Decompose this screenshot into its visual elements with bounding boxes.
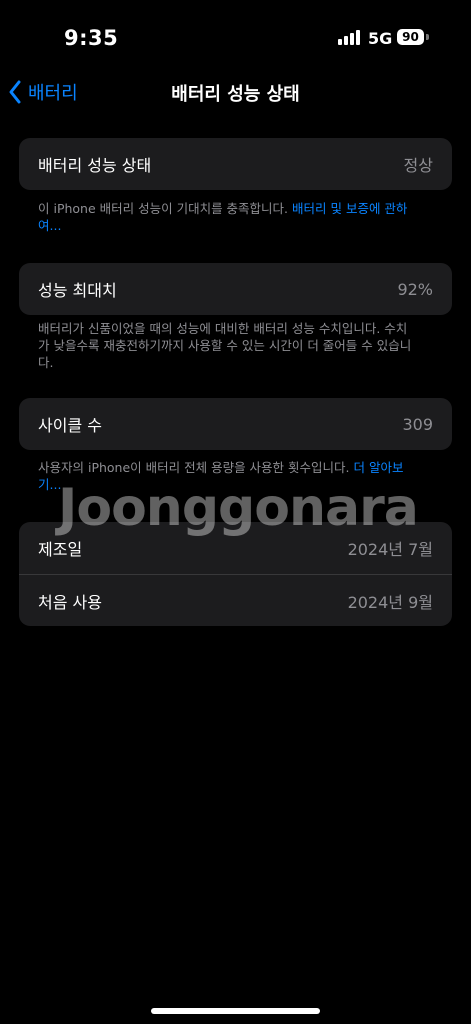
cycle-count-card: 사이클 수 309 xyxy=(19,398,452,450)
manufacture-date-value: 2024년 7월 xyxy=(347,540,433,559)
cycle-count-footer-text: 사용자의 iPhone이 배터리 전체 용량을 사용한 횟수입니다. xyxy=(38,460,354,475)
health-row: 배터리 성능 상태 정상 xyxy=(19,138,452,190)
status-time: 9:35 xyxy=(64,26,119,50)
battery-icon: 90 xyxy=(397,29,424,45)
cycle-count-footer: 사용자의 iPhone이 배터리 전체 용량을 사용한 횟수입니다. 더 알아보… xyxy=(38,459,418,493)
manufacture-date-row: 제조일 2024년 7월 xyxy=(19,522,452,574)
dates-card: 제조일 2024년 7월 처음 사용 2024년 9월 xyxy=(19,522,452,626)
max-capacity-card: 성능 최대치 92% xyxy=(19,263,452,315)
health-footer-text: 이 iPhone 배터리 성능이 기대치를 충족합니다. xyxy=(38,201,293,216)
health-value: 정상 xyxy=(403,156,433,175)
max-capacity-label: 성능 최대치 xyxy=(38,281,117,300)
cellular-signal-icon xyxy=(338,30,360,45)
first-use-label: 처음 사용 xyxy=(38,592,102,612)
cycle-count-row: 사이클 수 309 xyxy=(19,398,452,450)
cycle-count-value: 309 xyxy=(402,414,433,434)
network-type: 5G xyxy=(368,29,393,48)
page-title: 배터리 성능 상태 xyxy=(171,84,300,105)
max-capacity-footer: 배터리가 신품이었을 때의 성능에 대비한 배터리 성능 수치입니다. 수치가 … xyxy=(38,321,412,370)
health-card: 배터리 성능 상태 정상 xyxy=(19,138,452,190)
health-label: 배터리 성능 상태 xyxy=(38,156,152,175)
health-footer: 이 iPhone 배터리 성능이 기대치를 충족합니다. 배터리 및 보증에 관… xyxy=(38,200,418,234)
first-use-row: 처음 사용 2024년 9월 xyxy=(19,574,452,626)
navigation-bar: 배터리 배터리 성능 상태 xyxy=(0,70,471,114)
home-indicator[interactable] xyxy=(151,1008,320,1014)
first-use-value: 2024년 9월 xyxy=(347,592,433,612)
cycle-count-label: 사이클 수 xyxy=(38,416,102,435)
battery-cap xyxy=(426,34,429,40)
status-bar: 9:35 5G 90 xyxy=(0,0,471,76)
max-capacity-value: 92% xyxy=(397,279,433,299)
max-capacity-row: 성능 최대치 92% xyxy=(19,263,452,315)
manufacture-date-label: 제조일 xyxy=(38,540,83,559)
